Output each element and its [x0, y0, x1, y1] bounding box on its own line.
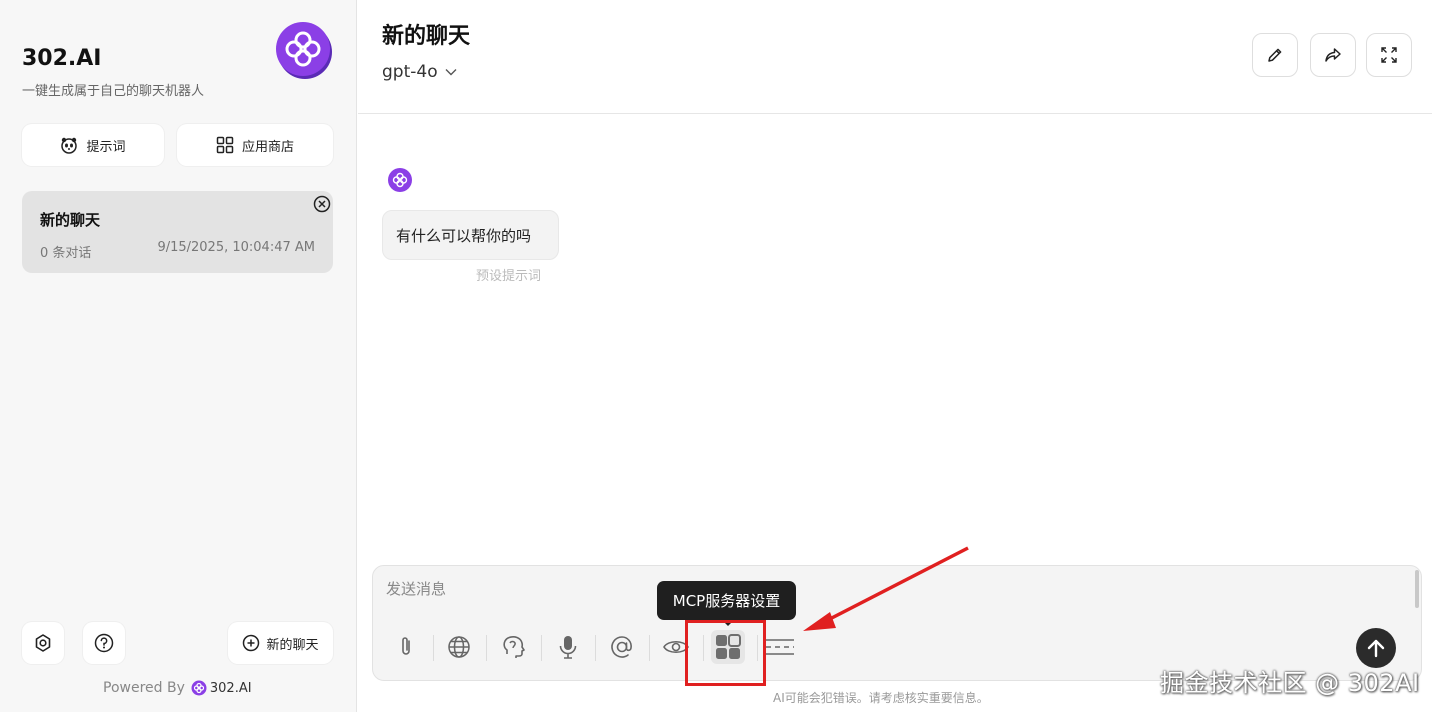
dashed-lines-icon — [766, 639, 794, 655]
assistant-message: 有什么可以帮你的吗 — [382, 210, 559, 260]
model-selector[interactable]: gpt-4o — [382, 62, 458, 82]
toolbar-divider — [541, 635, 542, 661]
chat-item-title: 新的聊天 — [40, 211, 101, 229]
brain-icon — [503, 636, 525, 658]
new-chat-button[interactable]: 新的聊天 — [228, 622, 333, 664]
attach-button[interactable] — [389, 630, 423, 664]
annotation-arrow — [803, 546, 969, 631]
chat-header: 新的聊天 gpt-4o — [358, 0, 1432, 114]
gear-icon — [35, 634, 51, 652]
new-chat-button-label: 新的聊天 — [266, 637, 319, 653]
app-store-button[interactable]: 应用商店 — [177, 124, 333, 166]
reasoning-button[interactable] — [497, 630, 531, 664]
powered-by-label: Powered By — [103, 680, 185, 696]
brand-title: 302.AI — [22, 46, 102, 71]
fullscreen-button[interactable] — [1366, 33, 1412, 77]
microphone-icon — [559, 636, 577, 659]
page-title: 新的聊天 — [382, 24, 471, 49]
settings-button[interactable] — [22, 622, 64, 664]
globe-icon — [448, 636, 470, 658]
model-selector-label: gpt-4o — [382, 62, 438, 82]
chevron-down-icon — [445, 69, 457, 76]
sidebar: 302.AI 一键生成属于自己的聊天机器人 提示词 应用商店 新的聊天 0 条对… — [0, 0, 357, 712]
mention-button[interactable] — [605, 630, 639, 664]
help-button[interactable] — [83, 622, 125, 664]
powered-by-brand-label: 302.AI — [209, 680, 252, 696]
pencil-icon — [1268, 48, 1282, 62]
assistant-avatar-icon — [388, 168, 412, 192]
delete-chat-icon[interactable] — [313, 195, 331, 213]
web-search-button[interactable] — [442, 630, 476, 664]
toolbar-divider — [649, 635, 650, 661]
brand-small-icon — [191, 680, 207, 696]
help-icon — [94, 633, 114, 653]
message-caption: 预设提示词 — [476, 269, 542, 284]
at-sign-icon — [611, 636, 632, 658]
grid-icon — [216, 136, 234, 154]
powered-by-brand[interactable]: 302.AI — [191, 680, 252, 696]
more-options-button[interactable] — [763, 630, 797, 664]
share-button[interactable] — [1310, 33, 1356, 77]
brand-subtitle: 一键生成属于自己的聊天机器人 — [22, 84, 205, 99]
paperclip-icon — [402, 637, 410, 655]
app-store-button-label: 应用商店 — [241, 139, 294, 155]
expand-icon — [1381, 47, 1397, 63]
prompt-button[interactable]: 提示词 — [22, 124, 164, 166]
toolbar-divider — [486, 635, 487, 661]
plus-circle-icon — [243, 634, 260, 652]
brand-logo-icon — [276, 22, 332, 79]
panda-icon — [61, 137, 78, 154]
voice-input-button[interactable] — [551, 630, 585, 664]
toolbar-divider — [595, 635, 596, 661]
chat-list-item[interactable]: 新的聊天 0 条对话 9/15/2025, 10:04:47 AM — [22, 191, 333, 273]
toolbar-divider — [433, 635, 434, 661]
mcp-tooltip: MCP服务器设置 — [657, 581, 796, 620]
chat-item-time: 9/15/2025, 10:04:47 AM — [157, 240, 315, 255]
arrow-up-icon — [1367, 639, 1385, 658]
edit-button[interactable] — [1252, 33, 1298, 77]
composer-scrollbar[interactable] — [1415, 570, 1419, 608]
share-icon — [1325, 48, 1341, 62]
chat-item-count: 0 条对话 — [40, 246, 92, 261]
disclaimer: AI可能会犯错误。请考虑核实重要信息。 — [773, 691, 989, 705]
prompt-button-label: 提示词 — [86, 139, 126, 155]
annotation-highlight-box — [685, 620, 766, 686]
send-button[interactable] — [1356, 628, 1396, 668]
powered-by: Powered By 302.AI — [103, 680, 252, 696]
watermark: 掘金技术社区 @ 302AI — [1160, 669, 1420, 697]
